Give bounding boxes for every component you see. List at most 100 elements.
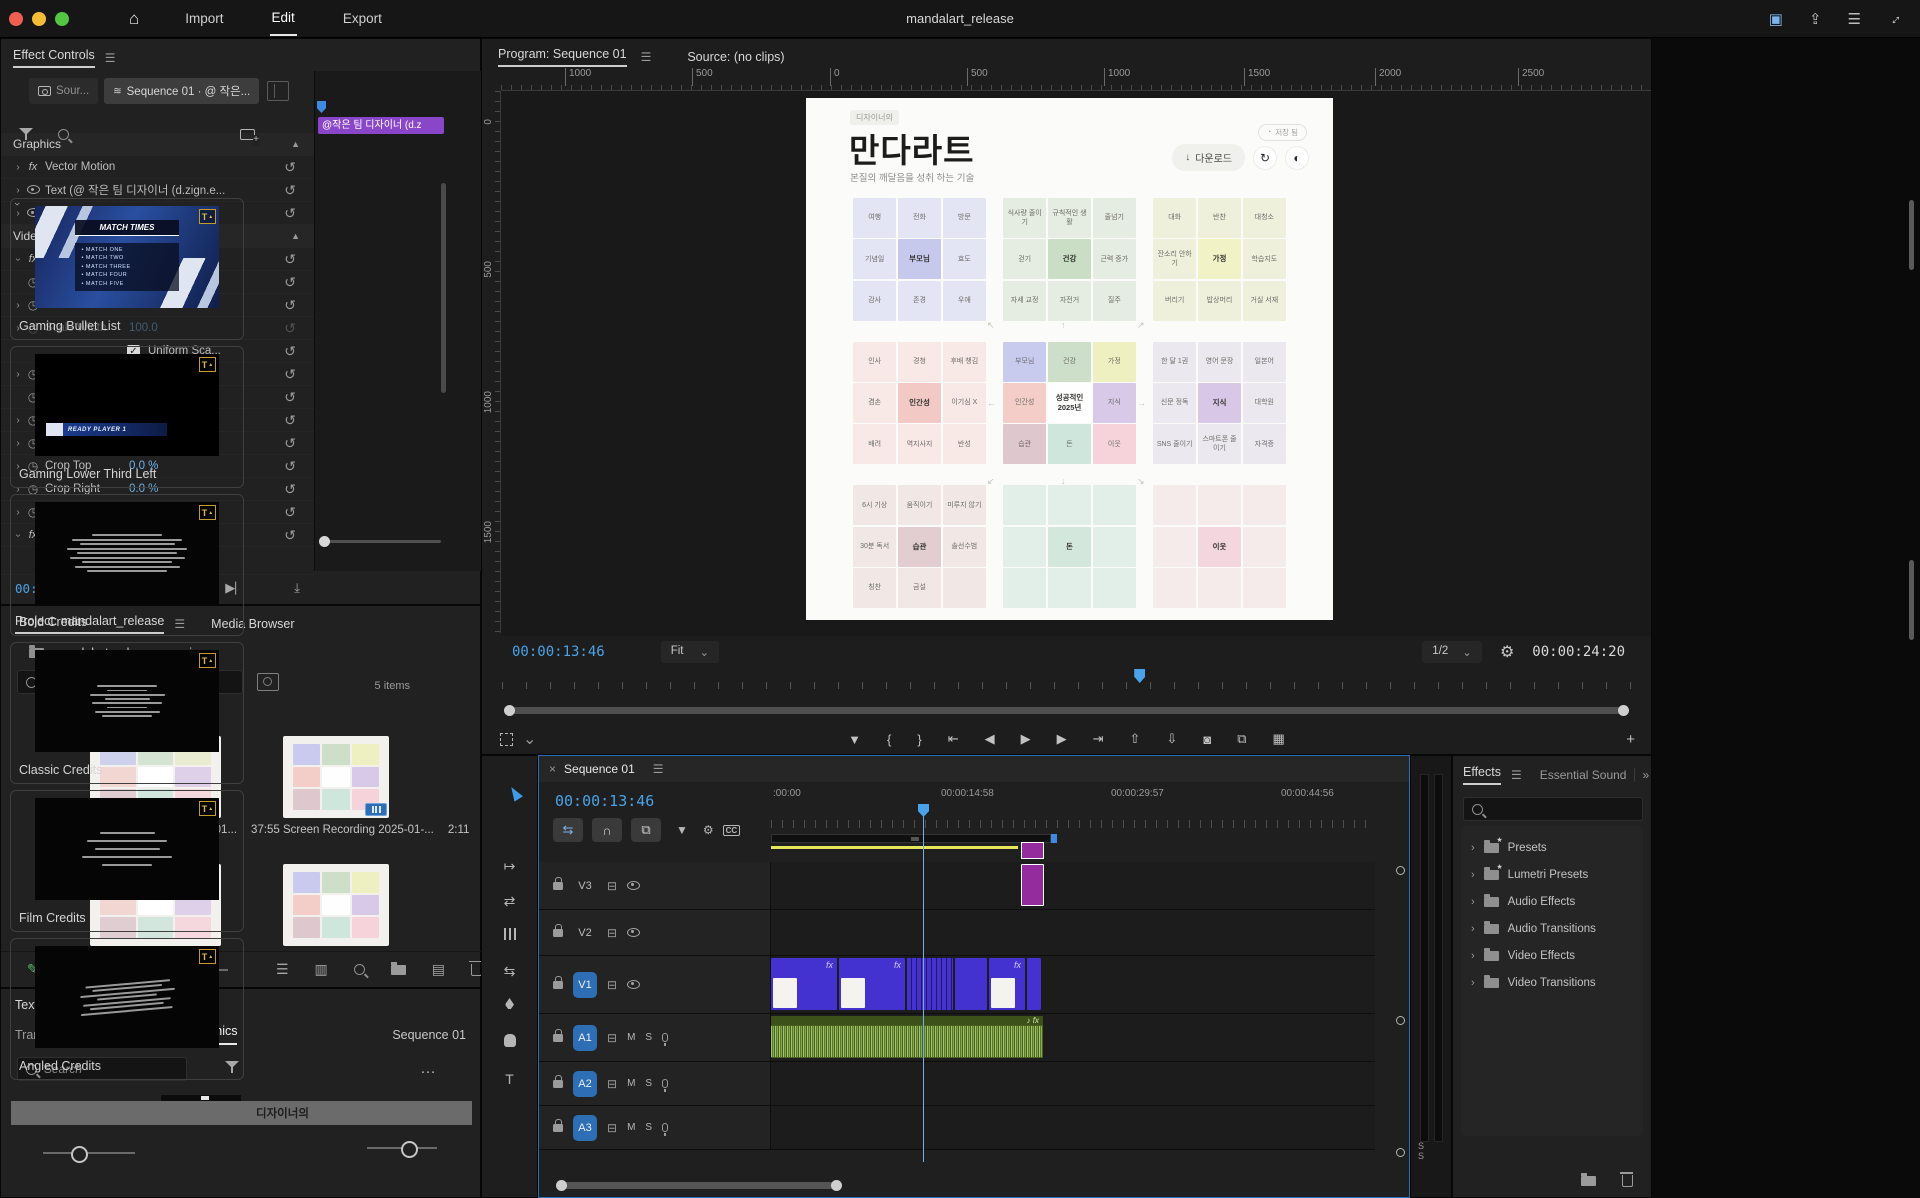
track-target-badge[interactable]: A1 [573, 1025, 597, 1051]
panel-menu-icon[interactable]: ☰ [641, 50, 652, 64]
ec-section-header[interactable]: Graphics▲ [1, 133, 314, 156]
project-item[interactable] [283, 864, 482, 946]
hand-tool[interactable] [504, 1034, 516, 1047]
ec-sequence-tab[interactable]: ≋ Sequence 01 · @ 작은... [104, 78, 259, 104]
lock-icon[interactable] [553, 924, 563, 942]
step-back-icon[interactable]: ◀ [985, 731, 995, 747]
project-item-label[interactable]: Screen Recording 2025-01-...2:11 [283, 824, 482, 836]
source-patch-icon[interactable]: ⊟ [607, 978, 617, 992]
captions-icon[interactable]: CC [723, 825, 741, 836]
lock-icon[interactable] [553, 1075, 563, 1093]
play-button[interactable]: ▶ [1021, 731, 1031, 747]
install-template-icon[interactable] [240, 129, 255, 140]
more-panels-icon[interactable]: » [1634, 768, 1649, 782]
template-thumbnail[interactable]: T [35, 798, 219, 900]
timeline-clip[interactable]: fx [839, 958, 905, 1010]
track-header-v2[interactable]: V2⊟ [539, 910, 771, 955]
ec-zoom-scrollbar[interactable] [321, 540, 441, 543]
reset-icon[interactable]: ↺ [284, 343, 296, 360]
pen-tool[interactable] [505, 998, 514, 1009]
new-item-icon[interactable]: ▤ [432, 961, 445, 978]
track-name[interactable]: V3 [573, 880, 597, 892]
lock-icon[interactable] [553, 1119, 563, 1137]
timeline-ruler[interactable]: :00:0000:00:14:5800:00:29:5700:00:44:56 [771, 788, 1375, 828]
dropdown-caret-icon[interactable]: ⌄ [523, 729, 536, 749]
sequence-tab[interactable]: Sequence 01 [564, 762, 635, 776]
essential-sound-tab[interactable]: Essential Sound [1540, 768, 1627, 782]
mute-button[interactable]: M [627, 1032, 635, 1043]
comparison-view-icon[interactable]: ⧉ [1237, 731, 1246, 747]
ec-source-tab[interactable]: Sour... [29, 78, 98, 104]
work-area-bar[interactable] [771, 834, 1051, 843]
source-patch-icon[interactable]: ⊟ [607, 1121, 617, 1135]
more-options-icon[interactable]: … [420, 1060, 436, 1078]
playback-resolution-dropdown[interactable]: 1/2⌄ [1422, 641, 1482, 663]
track-header-a1[interactable]: A1⊟MS [539, 1014, 771, 1061]
extract-icon[interactable]: ⇩ [1166, 731, 1177, 747]
reset-icon[interactable]: ↺ [284, 527, 296, 544]
share-icon[interactable]: ⇪ [1809, 10, 1822, 28]
timeline-clip[interactable] [907, 958, 953, 1010]
ec-split-view-button[interactable] [267, 81, 289, 101]
source-patch-icon[interactable]: ⊟ [607, 879, 617, 893]
panel-menu-icon[interactable]: ☰ [653, 762, 664, 776]
new-custom-bin-icon[interactable] [1581, 1176, 1596, 1186]
monitor-timecode[interactable]: 00:00:13:46 [512, 644, 605, 660]
source-patch-icon[interactable]: ⊟ [607, 926, 617, 940]
nest-toggle-button[interactable]: ⇆ [553, 818, 583, 842]
track-output-eye-icon[interactable] [627, 877, 640, 895]
reset-icon[interactable]: ↺ [284, 182, 296, 199]
timeline-clip[interactable] [1021, 864, 1044, 906]
solo-button[interactable]: S [645, 1078, 652, 1089]
template-thumbnail[interactable]: T [35, 502, 219, 604]
track-target-badge[interactable]: V1 [573, 972, 597, 998]
new-bin-icon[interactable] [391, 965, 406, 975]
track-output-eye-icon[interactable] [627, 976, 640, 994]
template-thumbnail[interactable]: T [35, 650, 219, 752]
timeline-vertical-scrollbar[interactable] [1396, 866, 1405, 1157]
timeline-horizontal-scrollbar[interactable] [559, 1182, 839, 1189]
multicam-icon[interactable]: ▦ [1273, 731, 1285, 747]
expand-chevron-icon[interactable]: › [1471, 950, 1475, 962]
timeline-clip[interactable] [1027, 958, 1041, 1010]
reset-icon[interactable]: ↺ [284, 435, 296, 452]
reset-icon[interactable]: ↺ [284, 274, 296, 291]
reset-icon[interactable]: ↺ [284, 481, 296, 498]
collapse-icon[interactable]: ▲ [291, 139, 300, 149]
go-to-in-icon[interactable]: ⇤ [948, 731, 959, 747]
monitor-mini-timeline[interactable] [502, 671, 1631, 689]
track-lane-v1[interactable]: fxfxfx [771, 956, 1375, 1013]
menu-icon[interactable]: ☰ [1848, 10, 1861, 28]
add-marker-icon[interactable]: ▼ [848, 732, 861, 747]
graphics-clip-row[interactable]: 디자이너의 [11, 1101, 472, 1125]
ec-clip-bar[interactable]: @작은 팀 디자이너 (d.z [318, 117, 444, 134]
tab-export[interactable]: Export [341, 2, 384, 35]
sort-icon[interactable]: ☰ [276, 961, 289, 978]
timeline-clip[interactable] [955, 958, 987, 1010]
linked-selection-button[interactable]: ⧉ [631, 818, 661, 842]
timeline-clip[interactable]: fx [989, 958, 1025, 1010]
button-editor-icon[interactable]: + [1626, 731, 1635, 748]
reset-icon[interactable]: ↺ [284, 159, 296, 176]
mute-button[interactable]: M [627, 1122, 635, 1133]
selection-tool[interactable] [507, 784, 523, 801]
mute-button[interactable]: M [627, 1078, 635, 1089]
template-thumbnail[interactable]: TREADY PLAYER 1 [35, 354, 219, 456]
track-header-v1[interactable]: V1 ⊟ [539, 956, 771, 1013]
workspaces-icon[interactable]: ▣ [1769, 10, 1783, 28]
reset-icon[interactable]: ↺ [284, 320, 296, 337]
timeline-settings-icon[interactable]: ⚙ [703, 823, 714, 837]
track-target-badge[interactable]: A3 [573, 1115, 597, 1141]
solo-button[interactable]: S [645, 1032, 652, 1043]
effects-search-input[interactable] [1463, 797, 1643, 821]
track-select-forward-tool[interactable]: ↦ [504, 858, 516, 875]
track-lane-a3[interactable] [771, 1106, 1375, 1149]
track-lane-v3[interactable] [771, 862, 1375, 909]
effects-tab[interactable]: Effects [1463, 765, 1501, 785]
snap-toggle-button[interactable]: ∩ [592, 818, 622, 842]
track-lane-v2[interactable] [771, 910, 1375, 955]
panel-menu-icon[interactable]: ☰ [105, 51, 116, 65]
project-item-thumbnail[interactable] [283, 736, 389, 818]
expand-chevron-icon[interactable]: › [1471, 842, 1475, 854]
timeline-playhead[interactable] [923, 816, 924, 1162]
